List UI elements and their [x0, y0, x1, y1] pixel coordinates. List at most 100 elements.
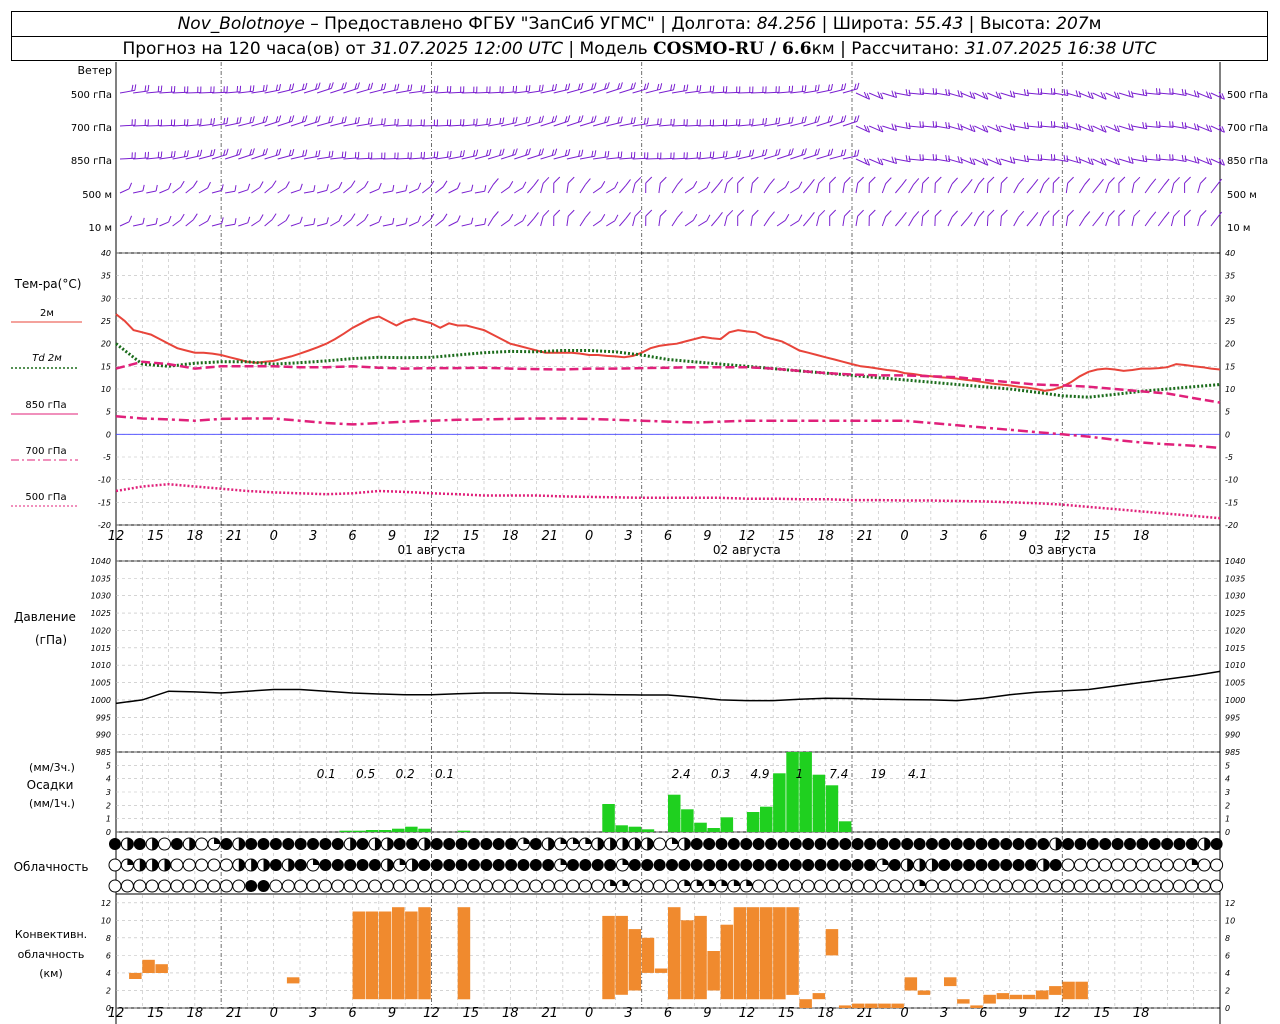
wind-barb-shaft — [487, 217, 494, 227]
wind-barb-feather — [1200, 177, 1207, 184]
wind-barb-shaft — [593, 156, 609, 160]
legend-500-label: 500 гПа — [25, 492, 66, 503]
wind-barb-feather — [554, 83, 557, 91]
wind-barb-feather — [798, 214, 803, 221]
wind-barb-shaft — [619, 122, 635, 127]
wind-barb-shaft — [132, 190, 144, 194]
wind-barb — [421, 213, 435, 227]
wind-barb — [960, 211, 973, 227]
wind-barb-shaft — [277, 89, 293, 94]
wind-barb-feather — [625, 179, 631, 186]
wind-barb-shaft — [317, 156, 333, 160]
wind-barb-shaft — [619, 88, 634, 94]
wind-barb — [881, 210, 892, 227]
wind-barb-shaft — [211, 189, 222, 194]
wind-barb-shaft — [1000, 215, 1002, 227]
legend-850-label: 850 гПа — [25, 400, 66, 411]
wind-barb-feather — [492, 178, 499, 185]
wind-barb — [921, 154, 938, 161]
wind-barb-feather — [1067, 176, 1074, 184]
cloud-cell — [653, 859, 666, 871]
time-tick: 0 — [900, 529, 908, 544]
wind-barb-shaft — [960, 184, 968, 194]
wind-barb-feather — [357, 82, 360, 89]
wind-barb-feather — [656, 83, 660, 91]
wind-barb — [487, 211, 499, 227]
conv-ytick-right: 10 — [1225, 916, 1235, 925]
wind-barb-feather — [392, 217, 395, 225]
wind-barb-shaft — [172, 91, 188, 94]
cloud-cell — [158, 879, 172, 893]
cloud-cell-half — [263, 859, 270, 871]
wind-barb-feather — [305, 149, 308, 156]
wind-barb-shaft — [1184, 158, 1200, 164]
precip-label: 4.1 — [908, 767, 927, 781]
wind-barb-feather — [677, 178, 683, 185]
wind-barb — [881, 177, 892, 194]
cloud-cell — [888, 859, 901, 871]
wind-level-500m-right: 500 м — [1227, 190, 1257, 201]
wind-barb — [974, 157, 989, 166]
wind-barb-feather — [405, 184, 408, 191]
wind-barb-shaft — [724, 183, 728, 194]
wind-barb — [474, 185, 487, 194]
wind-barb-feather — [449, 150, 452, 157]
lon-value: 84.256 — [756, 14, 817, 34]
time-tick: 12 — [423, 529, 440, 544]
cloud-cell — [802, 859, 815, 871]
temp-ytick-right: -15 — [1225, 498, 1238, 507]
wind-barb-shaft — [527, 121, 542, 127]
wind-barb-feather — [236, 117, 239, 124]
conv-bar — [773, 907, 786, 1000]
wind-barb — [1131, 122, 1148, 130]
cloud-cell — [826, 859, 839, 871]
cloud-cell — [814, 859, 827, 871]
wind-barb-feather — [501, 148, 505, 155]
wind-barb-shaft — [119, 221, 130, 227]
wind-barb-feather — [344, 151, 347, 158]
wind-barb-shaft — [645, 88, 661, 94]
cloud-cell — [319, 859, 332, 871]
cloud-cell — [653, 879, 667, 893]
wind-barb-feather — [751, 149, 755, 156]
wind-barb-shaft — [500, 154, 516, 160]
wind-barb-feather — [328, 116, 331, 123]
wind-barb-shaft — [198, 91, 214, 94]
time-tick: 6 — [979, 1006, 987, 1021]
wind-barb-feather — [357, 116, 360, 124]
wind-barb-feather — [625, 212, 631, 219]
cloud-cell-half — [387, 859, 394, 871]
cloud-cell — [851, 859, 864, 871]
wind-barb-feather — [818, 209, 826, 217]
wind-barb-feather — [247, 216, 251, 223]
wind-barb — [1145, 121, 1161, 128]
wind-barb — [540, 176, 550, 194]
wind-barb — [1210, 124, 1225, 133]
wind-barb-feather — [475, 149, 479, 156]
wind-barb-feather — [515, 116, 518, 123]
wind-barb — [868, 91, 884, 100]
cloud-cell — [839, 859, 852, 871]
wind-barb-shaft — [119, 157, 136, 160]
wind-barb — [1026, 121, 1043, 128]
precip-label: 0.5 — [356, 767, 375, 781]
wind-barb-feather — [830, 148, 834, 155]
time-tick: 3 — [624, 1006, 632, 1021]
wind-barb-shaft — [1066, 125, 1081, 131]
wind-barb-feather — [459, 150, 462, 157]
wind-barb-feather — [957, 90, 960, 97]
wind-barb-shaft — [763, 217, 770, 227]
wind-barb — [1131, 176, 1141, 194]
wind-barb-feather — [168, 182, 172, 190]
wind-barb-feather — [338, 214, 343, 222]
wind-barb — [698, 181, 711, 194]
wind-barb-feather — [364, 180, 369, 188]
time-tick: 9 — [388, 1006, 396, 1021]
wind-barb-feather — [827, 84, 830, 91]
wind-barb-shaft — [579, 217, 586, 227]
wind-barb-feather — [315, 150, 318, 157]
temp-ytick: -5 — [103, 453, 111, 462]
conv-bar — [129, 972, 142, 979]
precip-bar — [838, 821, 852, 832]
wind-barb — [132, 184, 145, 194]
